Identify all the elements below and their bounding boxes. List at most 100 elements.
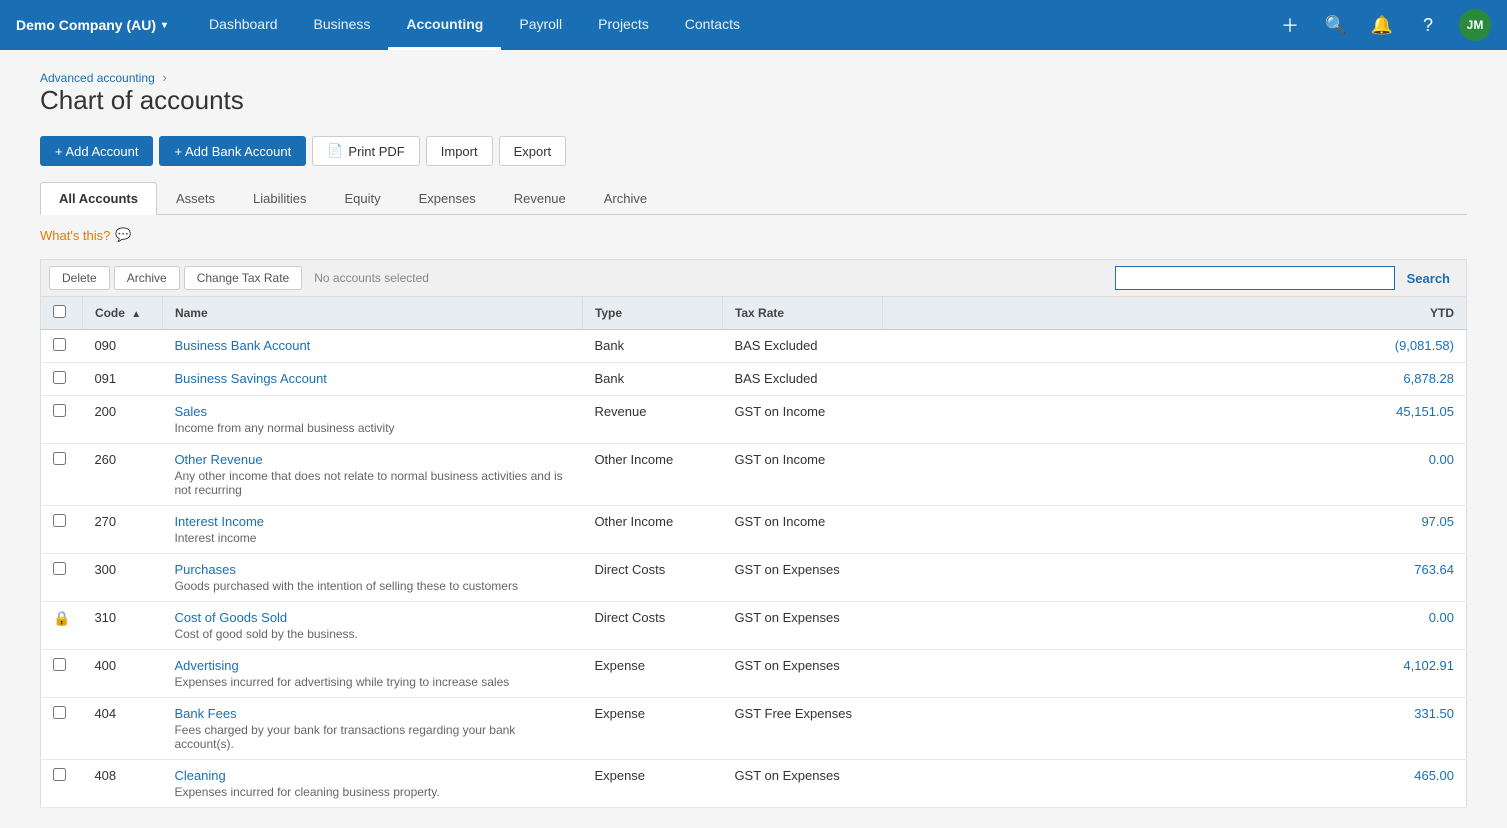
account-name-cell: Purchases Goods purchased with the intent… [162, 554, 582, 602]
account-name-cell: Interest Income Interest income [162, 506, 582, 554]
whats-this-link[interactable]: What's this? 💬 [40, 227, 1467, 243]
account-type: Direct Costs [582, 554, 722, 602]
notifications-icon[interactable]: 🔔 [1367, 10, 1397, 40]
row-checkbox[interactable] [53, 371, 66, 384]
help-icon[interactable]: ? [1413, 10, 1443, 40]
account-tax-rate: GST on Expenses [722, 602, 882, 650]
row-checkbox-cell [41, 506, 83, 554]
account-name-link[interactable]: Business Bank Account [174, 338, 310, 353]
search-button[interactable]: Search [1399, 267, 1458, 290]
breadcrumb-separator: › [162, 70, 166, 85]
account-name-link[interactable]: Sales [174, 404, 207, 419]
nav-item-projects[interactable]: Projects [580, 0, 667, 50]
account-name-link[interactable]: Bank Fees [174, 706, 236, 721]
account-type: Other Income [582, 506, 722, 554]
account-ytd: 0.00 [882, 444, 1466, 506]
import-label: Import [441, 144, 478, 159]
table-row: 270 Interest Income Interest income Other I… [41, 506, 1467, 554]
account-ytd: 4,102.91 [882, 650, 1466, 698]
archive-button[interactable]: Archive [114, 266, 180, 290]
import-button[interactable]: Import [426, 136, 493, 166]
account-tax-rate: BAS Excluded [722, 330, 882, 363]
account-description: Any other income that does not relate to… [174, 469, 570, 497]
add-account-button[interactable]: + Add Account [40, 136, 153, 166]
no-selected-text: No accounts selected [314, 271, 1110, 285]
avatar[interactable]: JM [1459, 9, 1491, 41]
nav-right: ＋ 🔍 🔔 ? JM [1275, 9, 1491, 41]
account-ytd: 465.00 [882, 760, 1466, 808]
account-description: Goods purchased with the intention of se… [174, 579, 570, 593]
tab-all-accounts[interactable]: All Accounts [40, 182, 157, 215]
tab-liabilities[interactable]: Liabilities [234, 182, 325, 215]
account-tax-rate: GST Free Expenses [722, 698, 882, 760]
account-name-cell: Sales Income from any normal business act… [162, 396, 582, 444]
account-type: Direct Costs [582, 602, 722, 650]
row-checkbox[interactable] [53, 514, 66, 527]
row-checkbox[interactable] [53, 706, 66, 719]
account-code: 260 [82, 444, 162, 506]
account-tax-rate: BAS Excluded [722, 363, 882, 396]
header-code[interactable]: Code ▲ [82, 297, 162, 330]
account-name-link[interactable]: Business Savings Account [174, 371, 326, 386]
account-tax-rate: GST on Expenses [722, 760, 882, 808]
row-checkbox-cell [41, 698, 83, 760]
account-name-link[interactable]: Cost of Goods Sold [174, 610, 287, 625]
account-name-link[interactable]: Interest Income [174, 514, 264, 529]
nav-item-payroll[interactable]: Payroll [501, 0, 580, 50]
account-type: Bank [582, 363, 722, 396]
row-checkbox[interactable] [53, 404, 66, 417]
company-selector[interactable]: Demo Company (AU) ▾ [16, 17, 167, 33]
row-checkbox-cell [41, 330, 83, 363]
export-button[interactable]: Export [499, 136, 567, 166]
account-ytd: 97.05 [882, 506, 1466, 554]
add-icon[interactable]: ＋ [1275, 10, 1305, 40]
row-checkbox-cell [41, 363, 83, 396]
row-checkbox[interactable] [53, 452, 66, 465]
nav-item-accounting[interactable]: Accounting [388, 0, 501, 50]
tab-archive[interactable]: Archive [585, 182, 666, 215]
chevron-down-icon: ▾ [162, 20, 167, 31]
tab-revenue[interactable]: Revenue [495, 182, 585, 215]
nav-item-dashboard[interactable]: Dashboard [191, 0, 296, 50]
add-bank-account-button[interactable]: + Add Bank Account [159, 136, 306, 166]
row-checkbox[interactable] [53, 338, 66, 351]
account-name-link[interactable]: Other Revenue [174, 452, 262, 467]
breadcrumb-parent[interactable]: Advanced accounting [40, 71, 155, 85]
table-row: 400 Advertising Expenses incurred for adve… [41, 650, 1467, 698]
account-description: Expenses incurred for advertising while … [174, 675, 570, 689]
row-checkbox-cell [41, 444, 83, 506]
change-tax-rate-button[interactable]: Change Tax Rate [184, 266, 303, 290]
search-input[interactable] [1115, 266, 1395, 290]
account-name-cell: Advertising Expenses incurred for adverti… [162, 650, 582, 698]
company-name: Demo Company (AU) [16, 17, 156, 33]
account-code: 270 [82, 506, 162, 554]
top-navigation: Demo Company (AU) ▾ Dashboard Business A… [0, 0, 1507, 50]
nav-item-contacts[interactable]: Contacts [667, 0, 758, 50]
account-code: 090 [82, 330, 162, 363]
print-pdf-button[interactable]: 📄 Print PDF [312, 136, 420, 166]
select-all-checkbox[interactable] [53, 305, 66, 318]
account-name-link[interactable]: Purchases [174, 562, 235, 577]
tab-assets[interactable]: Assets [157, 182, 234, 215]
account-type: Other Income [582, 444, 722, 506]
header-tax-rate: Tax Rate [722, 297, 882, 330]
row-checkbox[interactable] [53, 658, 66, 671]
account-code: 400 [82, 650, 162, 698]
row-checkbox[interactable] [53, 768, 66, 781]
account-name-link[interactable]: Advertising [174, 658, 238, 673]
table-row: 260 Other Revenue Any other income that do… [41, 444, 1467, 506]
row-checkbox[interactable] [53, 562, 66, 575]
account-description: Interest income [174, 531, 570, 545]
search-icon[interactable]: 🔍 [1321, 10, 1351, 40]
table-row: 091 Business Savings Account BankBAS Exclu… [41, 363, 1467, 396]
row-checkbox-cell [41, 650, 83, 698]
nav-item-business[interactable]: Business [296, 0, 389, 50]
tab-equity[interactable]: Equity [325, 182, 399, 215]
account-description: Income from any normal business activity [174, 421, 570, 435]
tab-expenses[interactable]: Expenses [400, 182, 495, 215]
delete-button[interactable]: Delete [49, 266, 110, 290]
account-tax-rate: GST on Income [722, 506, 882, 554]
account-code: 091 [82, 363, 162, 396]
account-type: Expense [582, 698, 722, 760]
action-buttons: + Add Account + Add Bank Account 📄 Print… [40, 136, 1467, 166]
